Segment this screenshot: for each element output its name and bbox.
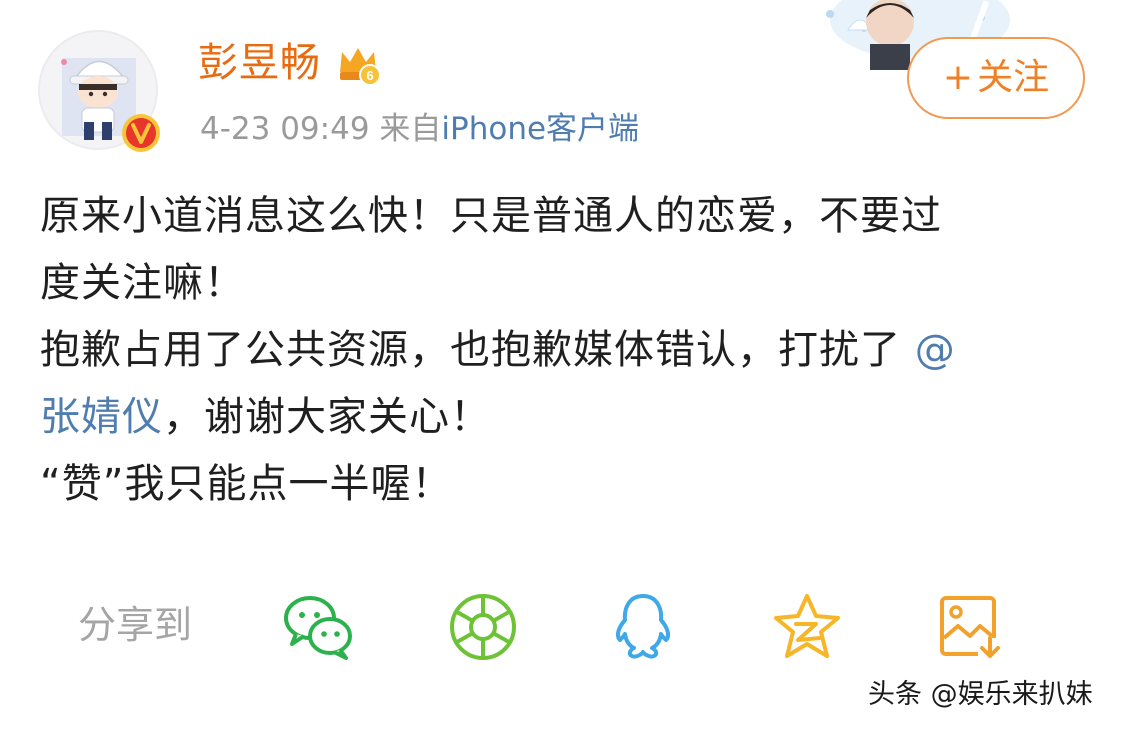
save-image-icon[interactable] (934, 590, 1008, 664)
post-text-line-1: 原来小道消息这么快！只是普通人的恋爱，不要过 (40, 193, 942, 239)
post-source-link[interactable]: iPhone客户端 (441, 111, 639, 147)
moments-icon[interactable] (446, 590, 520, 664)
post-text-line-4-rest: ，谢谢大家关心！ (163, 394, 491, 440)
follow-label: 关注 (977, 57, 1050, 98)
crown-vip-icon: 6 (335, 42, 381, 88)
wechat-icon[interactable] (282, 590, 356, 664)
post-meta: 4-23 09:49 来自iPhone客户端 (200, 106, 639, 152)
post-text: 原来小道消息这么快！只是普通人的恋爱，不要过 度关注嘛！ 抱歉占用了公共资源，也… (40, 183, 1080, 518)
post-text-line-3: 抱歉占用了公共资源，也抱歉媒体错认，打扰了 @ (40, 317, 1080, 384)
post-time: 4-23 09:49 (200, 111, 370, 147)
verified-badge-icon (120, 112, 162, 154)
plus-icon: + (942, 57, 974, 98)
post-text-line-5: “赞”我只能点一半喔！ (40, 461, 453, 507)
follow-button[interactable]: + 关注 (907, 37, 1085, 119)
source-prefix: 来自 (379, 111, 442, 147)
mention-at-sign[interactable]: @ (915, 327, 956, 373)
post-text-line-4: 张婧仪，谢谢大家关心！ (40, 384, 1080, 451)
author-name[interactable]: 彭昱畅 (198, 38, 321, 88)
post-text-line-2: 度关注嘛！ (40, 260, 245, 306)
post-text-line-3-content: 抱歉占用了公共资源，也抱歉媒体错认，打扰了 (40, 327, 901, 373)
mention-link[interactable]: 张婧仪 (40, 394, 163, 440)
qzone-icon[interactable] (770, 590, 844, 664)
qq-icon[interactable] (606, 590, 680, 664)
share-label: 分享到 (78, 603, 193, 647)
watermark-text: 头条 @娱乐来扒妹 (868, 679, 1093, 710)
svg-text:6: 6 (366, 68, 373, 83)
